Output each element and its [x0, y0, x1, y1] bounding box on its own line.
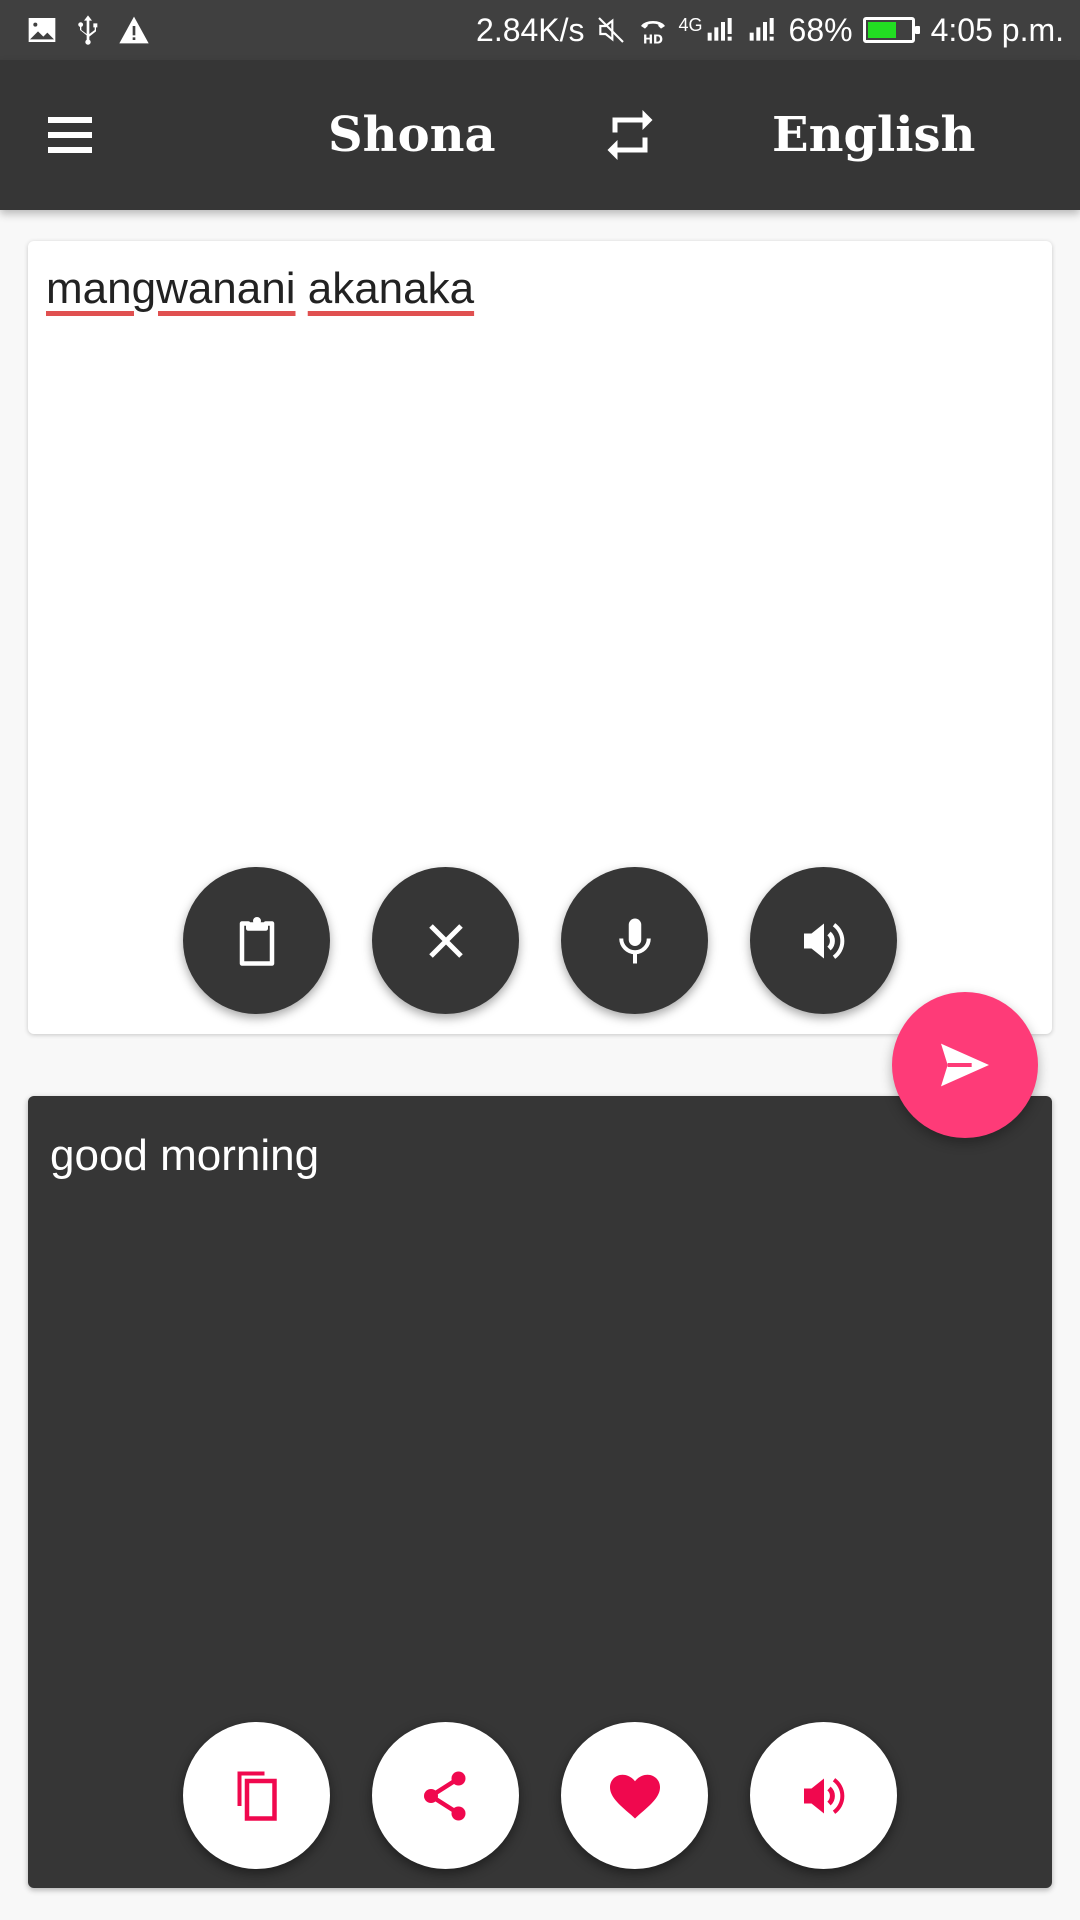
translate-button[interactable]	[892, 992, 1038, 1138]
network-type: 4G	[678, 14, 703, 35]
menu-line	[48, 132, 92, 138]
misspelled-word: mangwanani	[46, 264, 296, 313]
source-text-input[interactable]: mangwanani akanaka	[46, 259, 1034, 319]
battery-percent: 68%	[788, 11, 853, 48]
translated-text: good morning	[50, 1131, 320, 1180]
misspelled-word: akanaka	[307, 264, 475, 313]
target-language-selector[interactable]: English	[772, 100, 975, 170]
hd-voice-icon: HD	[640, 21, 665, 46]
signal-sim2-icon	[749, 18, 774, 41]
clock: 4:05 p.m.	[930, 11, 1064, 48]
clipboard-icon	[239, 916, 274, 966]
source-language-selector[interactable]: Shona	[328, 100, 496, 170]
status-left-icons	[26, 12, 150, 48]
heart-icon	[609, 1774, 660, 1818]
battery-level	[867, 22, 897, 38]
svg-text:HD: HD	[643, 32, 663, 46]
voice-input-button[interactable]	[561, 867, 708, 1014]
mute-icon	[597, 17, 624, 43]
send-icon	[941, 1043, 989, 1087]
speaker-icon	[803, 1777, 844, 1814]
image-notification-icon	[28, 18, 56, 42]
close-icon	[428, 923, 463, 958]
microphone-icon	[618, 918, 651, 963]
status-right: 2.84K/s HD 4G 68% 4:05 p.m.	[476, 8, 1064, 52]
speak-output-button[interactable]	[750, 1722, 897, 1869]
input-card: mangwanani akanaka	[28, 241, 1052, 1034]
signal-4g-icon	[707, 18, 732, 41]
swap-languages-icon[interactable]	[600, 105, 660, 165]
warning-icon	[119, 16, 149, 44]
app-bar: Shona English	[0, 60, 1080, 210]
clear-button[interactable]	[372, 867, 519, 1014]
output-card: good morning	[28, 1096, 1052, 1888]
usb-icon	[78, 15, 98, 45]
menu-line	[48, 117, 92, 123]
copy-button[interactable]	[183, 1722, 330, 1869]
speak-input-button[interactable]	[750, 867, 897, 1014]
share-button[interactable]	[372, 1722, 519, 1869]
battery-icon	[862, 17, 920, 43]
menu-line	[48, 147, 92, 153]
status-bar: 2.84K/s HD 4G 68% 4:05 p.m.	[0, 0, 1080, 60]
network-speed: 2.84K/s	[476, 11, 585, 48]
share-icon	[423, 1771, 465, 1820]
hamburger-menu-icon[interactable]	[40, 105, 100, 165]
favorite-button[interactable]	[561, 1722, 708, 1869]
paste-button[interactable]	[183, 867, 330, 1014]
copy-icon	[237, 1771, 277, 1821]
speaker-icon	[803, 922, 844, 959]
